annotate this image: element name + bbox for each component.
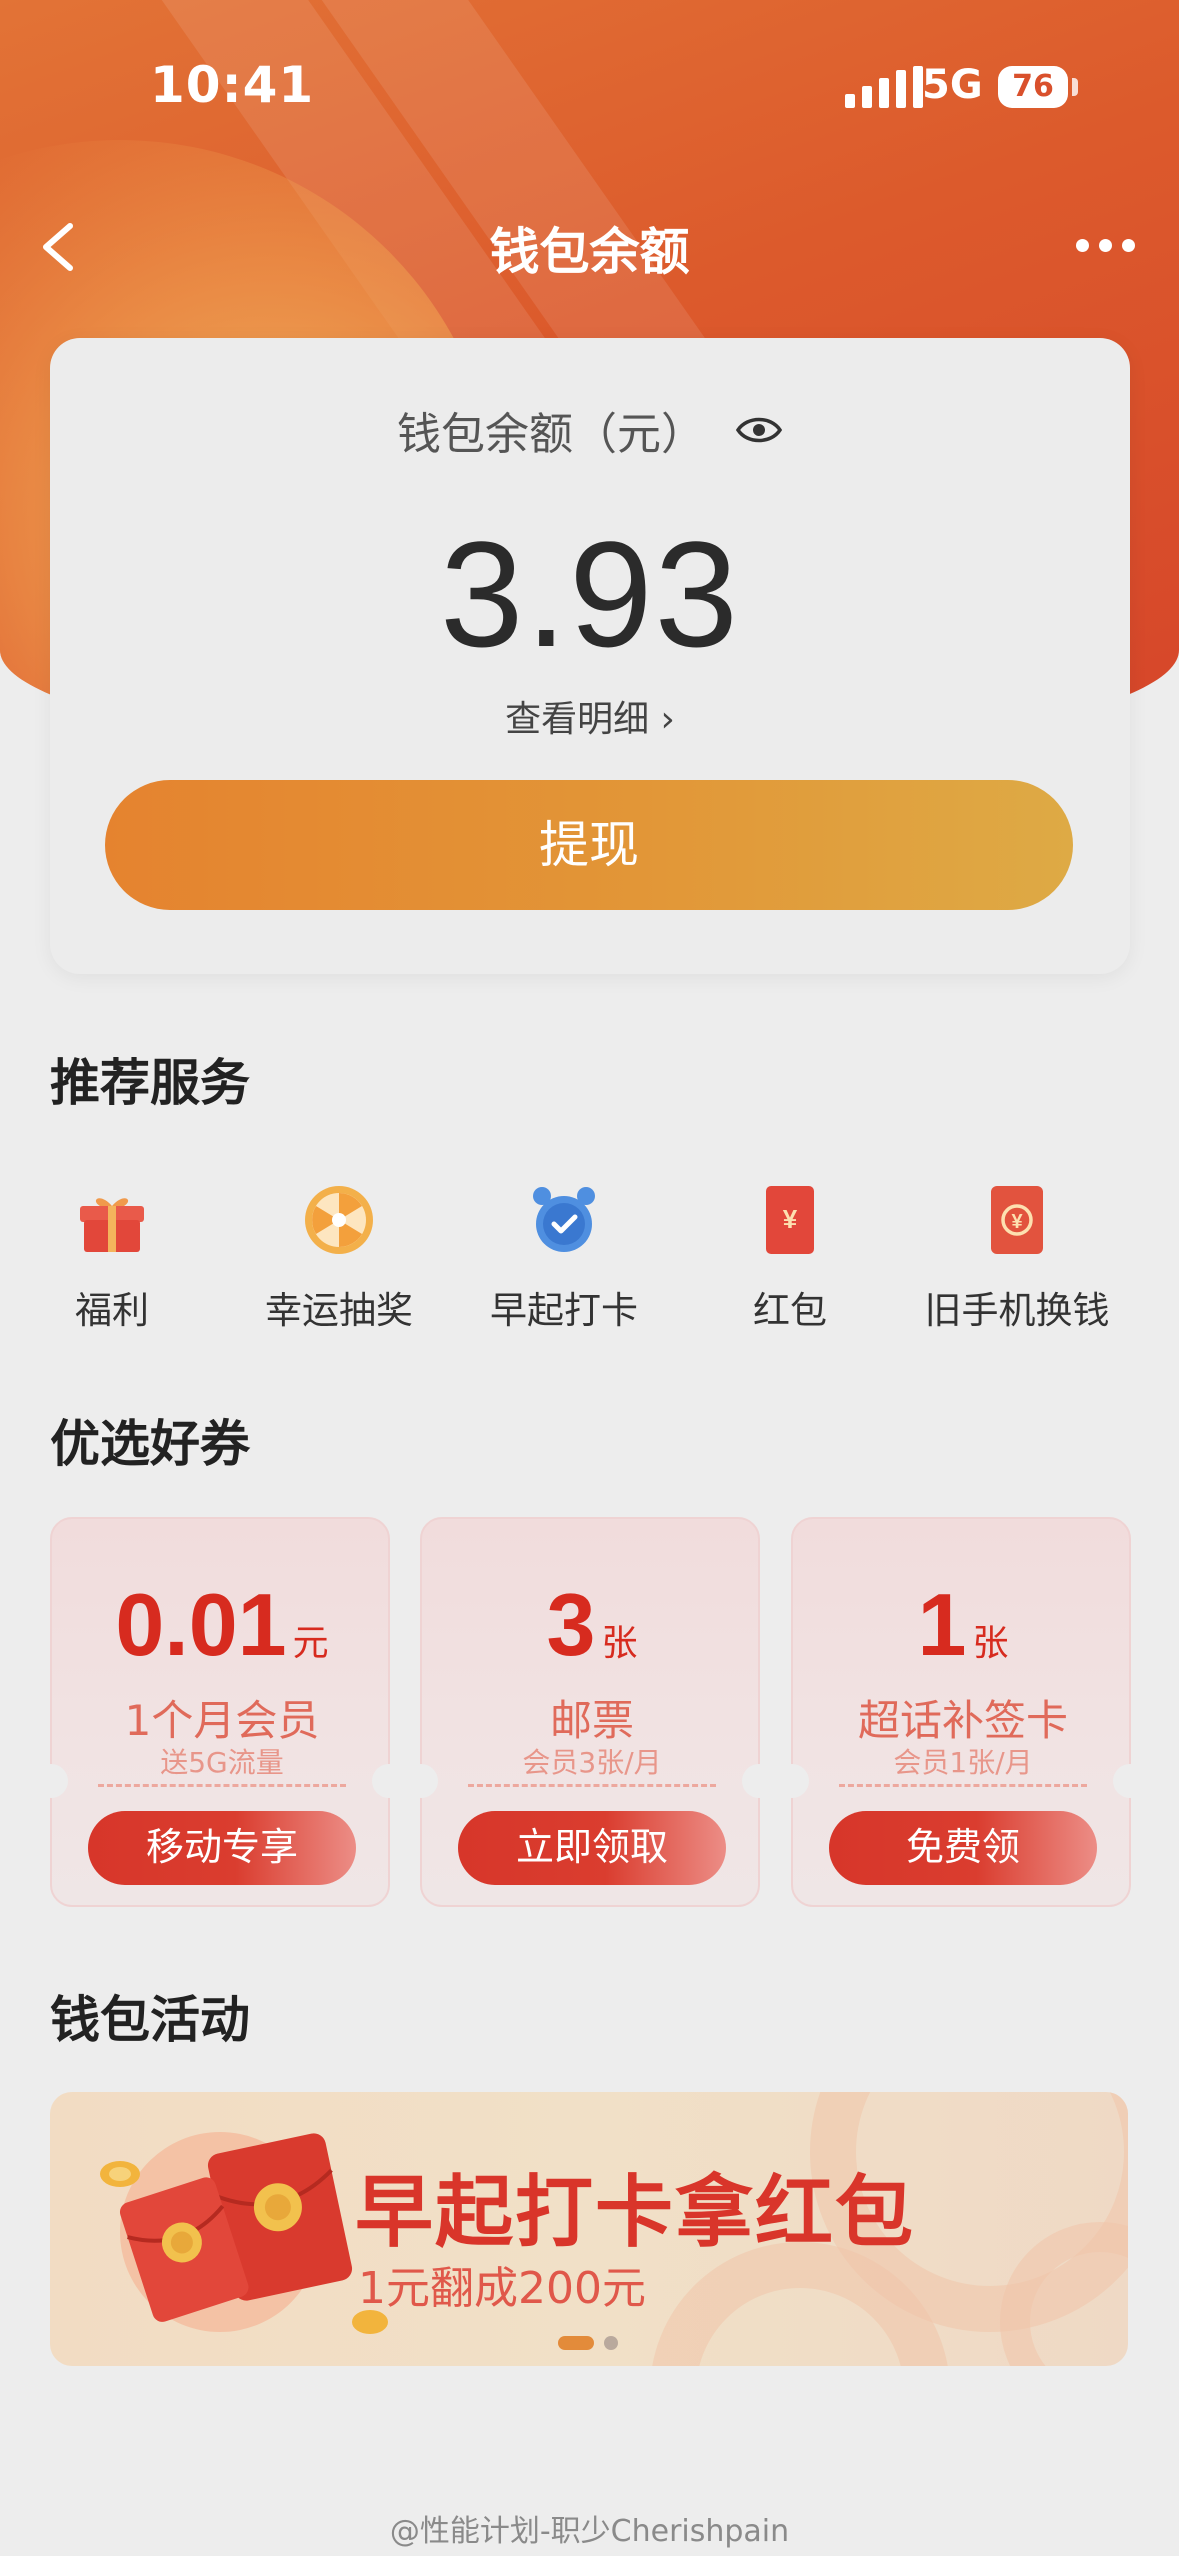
service-welfare[interactable]: 福利 [0,1180,232,1334]
battery-tip [1072,78,1078,96]
page-title: 钱包余额 [489,223,690,281]
coupon-button[interactable]: 立即领取 [458,1811,726,1885]
coupon-title: 超话补签卡 [857,1696,1068,1745]
coupon-subtitle: 会员1张/月 [893,1746,1033,1779]
coupon-subtitle: 送5G流量 [160,1746,284,1779]
more-dot [1098,238,1112,252]
coupon-number: 3 [546,1575,596,1674]
coupon-card: 0.01 元 1个月会员 送5G流量 移动专享 [34,1517,406,1907]
more-dot [1075,238,1089,252]
svg-text:¥: ¥ [1011,1211,1023,1233]
gift-icon [80,1198,144,1252]
service-early-checkin[interactable]: 早起打卡 [444,1180,684,1334]
service-label: 幸运抽奖 [265,1289,413,1332]
more-button[interactable] [1060,210,1150,280]
status-time: 10:41 [150,56,315,114]
carousel-indicator [558,2336,618,2350]
coupon-value: 0.01 元 [52,1574,392,1676]
coupon-divider [98,1784,346,1787]
network-type: 5G [922,62,983,108]
carousel-dot [604,2336,618,2350]
coupon-button[interactable]: 免费领 [829,1811,1097,1885]
coupon-button[interactable]: 移动专享 [88,1811,356,1885]
coupon-unit: 张 [972,1623,1009,1664]
service-red-envelope[interactable]: ¥ 红包 [670,1180,910,1334]
svg-text:¥: ¥ [783,1204,798,1234]
banner-title: 早起打卡拿红包 [355,2168,916,2258]
coupon-divider [839,1784,1087,1787]
nav-bar: 钱包余额 [0,190,1179,300]
balance-label-row: 钱包余额（元） [50,398,1130,462]
banner-subtitle: 1元翻成200元 [358,2263,646,2314]
more-dot [1121,238,1135,252]
coupon-number: 1 [917,1575,967,1674]
service-label: 早起打卡 [490,1289,638,1332]
service-phone-trade-in[interactable]: ¥ 旧手机换钱 [897,1180,1137,1334]
coupon-unit: 元 [292,1623,329,1664]
coupon-card: 1张 超话补签卡 会员1张/月 免费领 [775,1517,1147,1907]
service-label: 旧手机换钱 [924,1289,1110,1332]
balance-card: 钱包余额（元） 3.93 查看明细 › 提现 [50,338,1130,974]
watermark: @性能计划-职少Cherishpain [389,2514,790,2549]
service-label: 福利 [75,1289,149,1332]
service-lucky-draw[interactable]: 幸运抽奖 [219,1180,459,1334]
coupon-value: 3张 [422,1574,762,1676]
carousel-dot-active [558,2336,594,2350]
balance-label: 钱包余额（元） [397,409,705,460]
wheel-icon [305,1186,373,1254]
activity-banner[interactable]: 早起打卡拿红包 1元翻成200元 [50,2092,1128,2366]
coupons-title: 优选好券 [50,1415,250,1473]
red-envelope-illustration [100,2132,388,2334]
services-title: 推荐服务 [50,1054,250,1112]
coupon-number: 0.01 [115,1575,287,1674]
coupon-card: 3张 邮票 会员3张/月 立即领取 [404,1517,776,1907]
alarm-clock-icon [533,1187,595,1252]
activities-title: 钱包活动 [50,1991,250,2049]
balance-amount: 3.93 [440,510,740,678]
withdraw-button[interactable]: 提现 [105,780,1073,910]
coupon-value: 1张 [793,1574,1133,1676]
coupon-unit: 张 [601,1623,638,1664]
red-envelope-icon: ¥ [766,1186,814,1254]
coupon-title: 1个月会员 [124,1696,320,1745]
coupon-divider [468,1784,716,1787]
coupon-subtitle: 会员3张/月 [522,1746,662,1779]
battery-icon: 76 [998,66,1068,108]
view-details-link[interactable]: 查看明细 › [50,690,1130,742]
signal-icon [845,66,923,108]
status-bar: 10:41 5G 76 [0,0,1179,170]
services-row: 福利 幸运抽奖 早起打卡 ¥ 红包 ¥ 旧手机换钱 [0,1180,1179,1340]
exchange-icon: ¥ [991,1186,1043,1254]
coupon-title: 邮票 [549,1696,634,1745]
eye-icon[interactable] [735,412,783,448]
service-label: 红包 [753,1289,827,1332]
